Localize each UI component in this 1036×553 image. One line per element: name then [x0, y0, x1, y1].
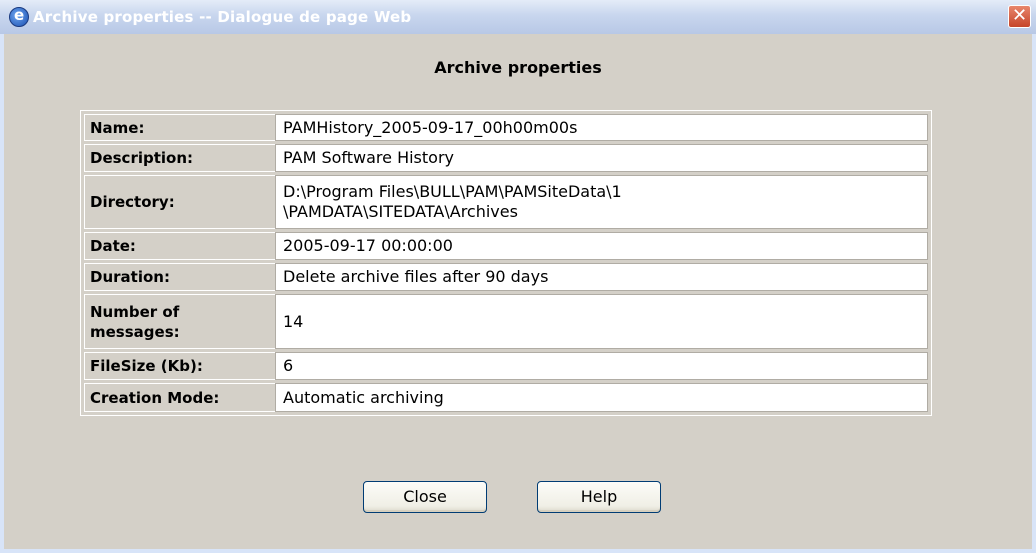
- property-label: Directory:: [84, 175, 275, 229]
- table-row: FileSize (Kb): 6: [84, 352, 928, 380]
- table-row: Directory: D:\Program Files\BULL\PAM\PAM…: [84, 175, 928, 229]
- property-label: Name:: [84, 114, 275, 141]
- table-row: Description: PAM Software History: [84, 144, 928, 172]
- close-button[interactable]: Close: [363, 481, 487, 513]
- property-label: Number of messages:: [84, 294, 275, 349]
- table-row: Creation Mode: Automatic archiving: [84, 383, 928, 412]
- ie-icon: [9, 6, 29, 27]
- property-label: Duration:: [84, 263, 275, 291]
- property-value: D:\Program Files\BULL\PAM\PAMSiteData\1 …: [275, 175, 928, 229]
- property-value: PAMHistory_2005-09-17_00h00m00s: [275, 114, 928, 141]
- help-button[interactable]: Help: [537, 481, 661, 513]
- property-value: Automatic archiving: [275, 383, 928, 412]
- properties-table: Name: PAMHistory_2005-09-17_00h00m00s De…: [80, 110, 932, 416]
- title-bar[interactable]: Archive properties -- Dialogue de page W…: [0, 0, 1036, 34]
- property-label: FileSize (Kb):: [84, 352, 275, 380]
- table-row: Date: 2005-09-17 00:00:00: [84, 232, 928, 260]
- table-row: Name: PAMHistory_2005-09-17_00h00m00s: [84, 114, 928, 141]
- property-value: 2005-09-17 00:00:00: [275, 232, 928, 260]
- table-row: Duration: Delete archive files after 90 …: [84, 263, 928, 291]
- archive-properties-dialog: Archive properties -- Dialogue de page W…: [0, 0, 1036, 553]
- property-label: Creation Mode:: [84, 383, 275, 412]
- property-value: PAM Software History: [275, 144, 928, 172]
- page-title: Archive properties: [434, 58, 602, 77]
- property-label: Description:: [84, 144, 275, 172]
- table-row: Number of messages: 14: [84, 294, 928, 349]
- property-label: Date:: [84, 232, 275, 260]
- property-value: 14: [275, 294, 928, 349]
- close-window-button[interactable]: ✕: [1008, 5, 1031, 28]
- property-value: Delete archive files after 90 days: [275, 263, 928, 291]
- property-value: 6: [275, 352, 928, 380]
- window-title: Archive properties -- Dialogue de page W…: [33, 8, 412, 26]
